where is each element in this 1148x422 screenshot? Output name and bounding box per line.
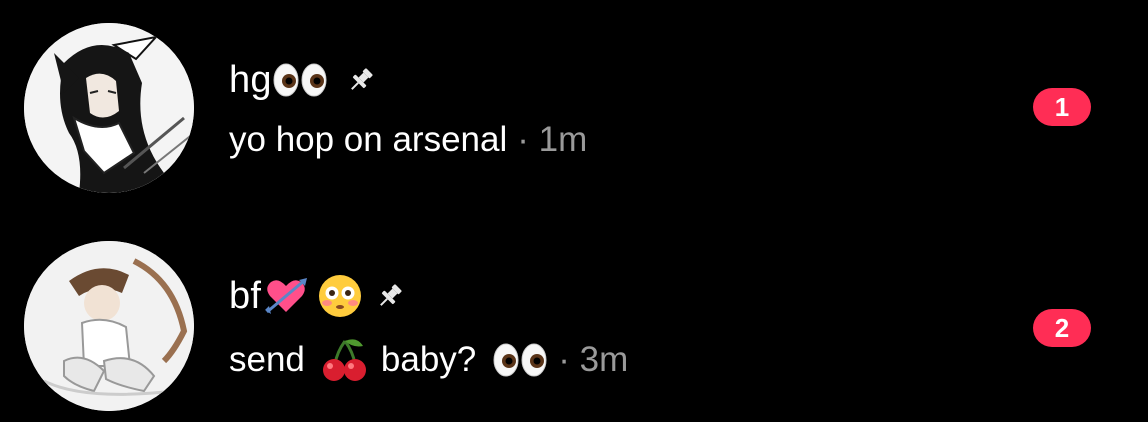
conversation-name-line: bf xyxy=(229,274,405,318)
eyes-emoji xyxy=(272,63,328,97)
pin-icon xyxy=(346,65,376,95)
eyes-emoji xyxy=(492,343,548,377)
conversation-name-line: hg xyxy=(229,58,376,102)
pin-icon xyxy=(375,281,405,311)
avatar[interactable] xyxy=(24,23,194,193)
unread-badge: 2 xyxy=(1033,309,1091,347)
message-preview-line: send baby? · 3m xyxy=(229,338,628,382)
timestamp: · 1m xyxy=(517,120,588,159)
heart-with-arrow-emoji xyxy=(263,276,309,316)
conversation-name: bf xyxy=(229,274,262,317)
message-preview-line: yo hop on arsenal · 1m xyxy=(229,118,587,162)
flushed-face-emoji xyxy=(317,273,363,319)
conversation-row[interactable]: hg yo hop on arsenal · 1m 1 xyxy=(0,20,1148,200)
timestamp: · 3m xyxy=(558,340,629,379)
message-preview: yo hop on arsenal xyxy=(229,120,508,159)
unread-badge: 1 xyxy=(1033,88,1091,126)
conversation-name: hg xyxy=(229,58,272,101)
anime-character-avatar xyxy=(24,241,194,411)
conversation-row[interactable]: bf send baby? · 3m 2 xyxy=(0,238,1148,418)
message-preview-part: baby? xyxy=(380,340,477,379)
anime-character-avatar xyxy=(24,23,194,193)
cherries-emoji xyxy=(319,338,369,382)
avatar[interactable] xyxy=(24,241,194,411)
message-preview-part: send xyxy=(229,340,305,379)
